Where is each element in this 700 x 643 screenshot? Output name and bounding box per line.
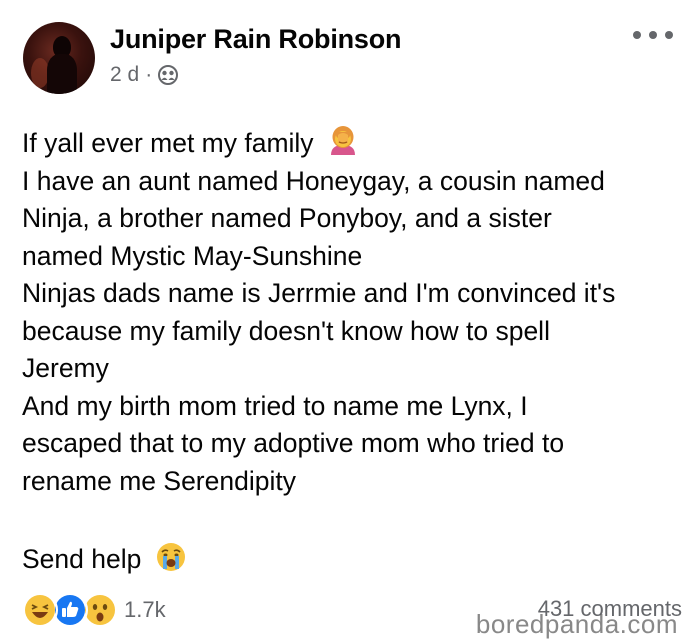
woman-facepalming-emoji: [330, 126, 355, 155]
post-line-text: If yall ever met my family: [22, 128, 314, 158]
more-options-icon: [633, 31, 641, 39]
post-line: Ninja, a brother named Ponyboy, and a si…: [22, 203, 552, 233]
more-options-button[interactable]: [633, 22, 673, 48]
post-line: I have an aunt named Honeygay, a cousin …: [22, 165, 605, 196]
post-line: rename me Serendipity: [22, 465, 296, 496]
avatar[interactable]: [23, 22, 95, 94]
post-line: Jeremy: [22, 353, 109, 383]
post-line: Ninjas dads name is Jerrmie and I'm conv…: [22, 278, 616, 308]
post-line: escaped that to my adoptive mom who trie…: [22, 428, 565, 458]
post-meta: 2 d ·: [110, 63, 179, 87]
post-line: named Mystic May-Sunshine: [22, 240, 363, 271]
avatar-figure-body: [47, 54, 77, 94]
post-line: If yall ever met my family: [22, 125, 682, 163]
post-line: because my family doesn't know how to sp…: [22, 315, 550, 346]
meta-separator: ·: [145, 63, 153, 86]
reactions-summary[interactable]: 1.7k: [22, 592, 166, 628]
post-line: Send help: [22, 541, 682, 579]
crying-face-emoji: [156, 542, 185, 571]
post-body: If yall ever met my family I have an aun…: [22, 125, 682, 578]
post-line-text: Send help: [22, 543, 142, 574]
more-options-icon-dot: [665, 31, 673, 39]
friends-icon[interactable]: [158, 65, 179, 85]
watermark: boredpanda.com: [475, 609, 678, 639]
author-name[interactable]: Juniper Rain Robinson: [110, 24, 402, 55]
haha-reaction-icon: [22, 592, 58, 628]
post-timestamp[interactable]: 2 d: [110, 63, 139, 87]
facebook-post: Juniper Rain Robinson 2 d · If yall ever…: [0, 0, 700, 643]
more-options-icon-dot: [649, 31, 657, 39]
post-line: And my birth mom tried to name me Lynx, …: [22, 390, 528, 421]
reaction-count: 1.7k: [124, 597, 166, 622]
